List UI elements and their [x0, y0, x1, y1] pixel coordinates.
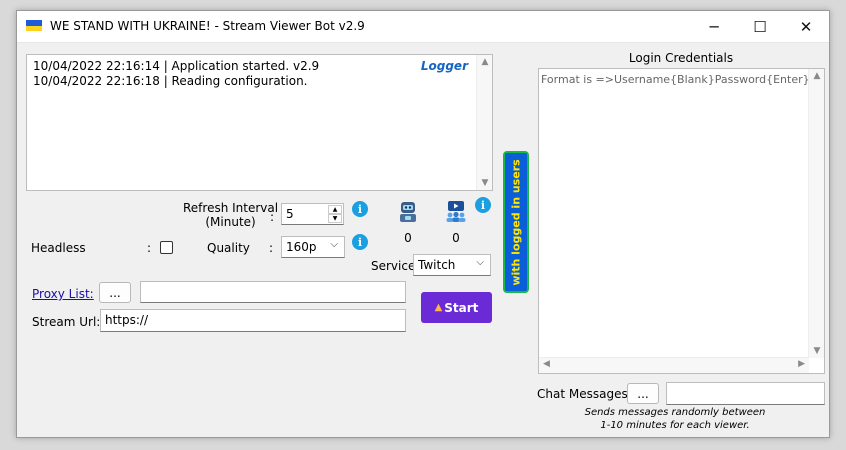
logged-in-users-tab-label: with logged in users: [509, 158, 523, 286]
login-credentials-textarea[interactable]: Format is =>Username{Blank}Password{Ente…: [538, 68, 825, 374]
chat-note: Sends messages randomly between 1-10 min…: [584, 407, 766, 431]
chat-browse-button[interactable]: ...: [627, 383, 659, 404]
login-hscrollbar[interactable]: ◀ ▶: [539, 357, 809, 373]
logger-scrollbar[interactable]: ▲ ▼: [476, 55, 492, 190]
quality-colon: :: [269, 241, 274, 255]
headless-label: Headless: [31, 241, 86, 255]
minimize-button[interactable]: ─: [691, 11, 737, 42]
logged-in-users-tab[interactable]: with logged in users: [503, 151, 529, 293]
stats-info-icon[interactable]: i: [475, 197, 491, 213]
window-title: WE STAND WITH UKRAINE! - Stream Viewer B…: [50, 19, 365, 33]
headless-colon: :: [147, 241, 152, 255]
viewers-icon: [444, 199, 468, 223]
proxy-list-input[interactable]: [140, 281, 406, 303]
start-button[interactable]: ▲ Start: [421, 292, 492, 323]
proxy-browse-button[interactable]: ...: [99, 282, 131, 303]
log-lines: 10/04/2022 22:16:14 | Application starte…: [33, 59, 319, 89]
proxy-list-link[interactable]: Proxy List:: [32, 287, 94, 301]
chat-messages-label: Chat Messages :: [537, 387, 636, 401]
quality-select[interactable]: 160p ⌵: [281, 236, 345, 258]
app-window: WE STAND WITH UKRAINE! - Stream Viewer B…: [16, 10, 830, 438]
refresh-info-icon[interactable]: i: [352, 201, 368, 217]
scroll-up-icon[interactable]: ▲: [809, 71, 825, 81]
scroll-down-icon[interactable]: ▼: [809, 346, 825, 356]
chevron-down-icon: ⌵: [476, 257, 484, 268]
refresh-interval-spinner[interactable]: 5 ▲ ▼: [281, 203, 344, 225]
login-placeholder: Format is =>Username{Blank}Password{Ente…: [541, 73, 810, 86]
logger-listbox[interactable]: 10/04/2022 22:16:14 | Application starte…: [26, 54, 493, 191]
log-line: 10/04/2022 22:16:14 | Application starte…: [33, 59, 320, 73]
login-vscrollbar[interactable]: ▲ ▼: [808, 69, 824, 358]
refresh-colon: :: [270, 210, 275, 224]
chat-messages-input[interactable]: [666, 382, 825, 405]
stream-url-label: Stream Url:: [32, 315, 101, 329]
robot-icon: [396, 199, 420, 223]
maximize-button[interactable]: ☐: [737, 11, 783, 42]
title-bar: WE STAND WITH UKRAINE! - Stream Viewer B…: [17, 11, 829, 43]
close-button[interactable]: ✕: [783, 11, 829, 42]
viewer-count: 0: [452, 231, 460, 245]
service-select[interactable]: Twitch ⌵: [413, 254, 491, 276]
ukraine-flag-icon: [26, 20, 42, 31]
headless-checkbox[interactable]: [160, 241, 173, 254]
spin-down-icon[interactable]: ▼: [328, 214, 342, 223]
log-line: 10/04/2022 22:16:18 | Reading configurat…: [33, 74, 308, 88]
quality-info-icon[interactable]: i: [352, 234, 368, 250]
logger-title: Logger: [420, 59, 468, 73]
start-button-label: Start: [444, 300, 479, 315]
spin-up-icon[interactable]: ▲: [328, 205, 342, 214]
login-credentials-heading: Login Credentials: [628, 51, 734, 65]
bot-count: 0: [404, 231, 412, 245]
stream-url-input[interactable]: https://: [100, 309, 406, 332]
quality-label: Quality: [207, 241, 250, 255]
scroll-up-icon[interactable]: ▲: [477, 57, 493, 67]
scroll-left-icon[interactable]: ◀: [543, 359, 550, 369]
chevron-down-icon: ⌵: [330, 239, 338, 250]
scroll-right-icon[interactable]: ▶: [798, 359, 805, 369]
scroll-down-icon[interactable]: ▼: [477, 178, 493, 188]
refresh-interval-label: Refresh Interval (Minute): [183, 201, 279, 229]
start-icon: ▲: [434, 302, 443, 313]
